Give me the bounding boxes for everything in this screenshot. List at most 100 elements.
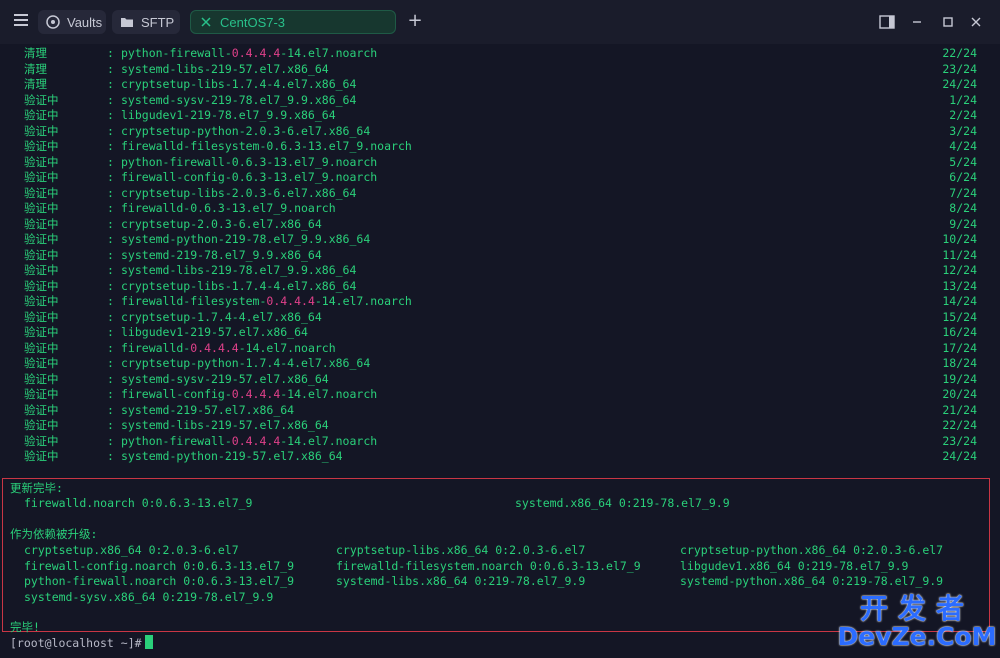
row-package: firewall-config-0.6.3-13.el7_9.noarch xyxy=(121,170,377,185)
row-separator: : xyxy=(107,371,114,386)
row-separator: : xyxy=(107,294,114,308)
package-suffix: -14.el7.noarch xyxy=(280,433,378,448)
row-status: 验证中 xyxy=(24,185,59,200)
done-text: 完毕! xyxy=(10,620,40,634)
row-count: 16/24 xyxy=(942,325,977,339)
vault-icon xyxy=(46,15,60,29)
row-count: 13/24 xyxy=(942,278,977,293)
row-count: 23/24 xyxy=(942,61,977,76)
row-status: 验证中 xyxy=(24,216,59,231)
row-count: 12/24 xyxy=(942,263,977,277)
row-separator: : xyxy=(107,402,114,417)
package-name: systemd-219-57.el7.x86_64 xyxy=(121,402,295,417)
minimize-icon[interactable] xyxy=(907,12,927,32)
updated-item: systemd.x86_64 0:219-78.el7_9.9 xyxy=(515,496,730,510)
window-close-icon[interactable] xyxy=(966,12,986,32)
package-version-highlight: 0.4.4.4 xyxy=(190,340,239,355)
package-name: systemd-sysv-219-78.el7_9.9.x86_64 xyxy=(121,92,357,107)
menu-icon[interactable] xyxy=(14,14,28,26)
split-view-icon[interactable] xyxy=(877,12,897,32)
package-name: python-firewall- xyxy=(121,46,232,60)
row-count: 1/24 xyxy=(949,92,977,107)
row-separator: : xyxy=(107,170,114,184)
row-package: cryptsetup-1.7.4-4.el7.x86_64 xyxy=(121,310,322,325)
dependency-item: libgudev1.x86_64 0:219-78.el7_9.9 xyxy=(680,558,909,573)
row-package: firewall-config-0.4.4.4-14.el7.noarch xyxy=(121,387,377,402)
updated-heading: 更新完毕: xyxy=(10,481,63,495)
package-suffix: -14.el7.noarch xyxy=(280,387,378,401)
package-name: firewall-config-0.6.3-13.el7_9.noarch xyxy=(121,170,378,184)
row-package: firewalld-0.6.3-13.el7_9.noarch xyxy=(121,201,336,216)
row-status: 验证中 xyxy=(24,433,59,448)
dependency-item: firewall-config.noarch 0:0.6.3-13.el7_9 xyxy=(24,558,295,573)
row-status: 验证中 xyxy=(24,371,59,386)
row-status: 清理 xyxy=(24,61,47,76)
package-name: libgudev1-219-78.el7_9.9.x86_64 xyxy=(121,108,336,122)
maximize-icon[interactable] xyxy=(938,12,958,32)
row-status: 验证中 xyxy=(24,325,59,339)
package-name: systemd-libs-219-57.el7.x86_64 xyxy=(121,61,329,76)
row-count: 22/24 xyxy=(942,46,977,60)
row-status: 验证中 xyxy=(24,139,59,153)
tab-centos7-3[interactable]: CentOS7-3 xyxy=(190,10,396,34)
row-separator: : xyxy=(107,418,114,432)
prompt-text: [root@localhost ~]# xyxy=(10,636,142,650)
row-package: systemd-sysv-219-57.el7.x86_64 xyxy=(121,372,329,387)
tab-vaults[interactable]: Vaults xyxy=(38,10,106,34)
row-count: 22/24 xyxy=(942,418,977,432)
package-name: cryptsetup-libs-1.7.4-4.el7.x86_64 xyxy=(121,77,357,91)
new-tab-icon[interactable]: + xyxy=(406,12,424,30)
row-package: systemd-219-78.el7_9.9.x86_64 xyxy=(121,248,322,263)
package-name: systemd-sysv-219-57.el7.x86_64 xyxy=(121,371,329,386)
tab-sftp[interactable]: SFTP xyxy=(112,10,180,34)
row-status: 清理 xyxy=(24,77,47,91)
package-name: systemd-python-219-57.el7.x86_64 xyxy=(121,449,343,463)
title-bar: Vaults SFTP CentOS7-3 + xyxy=(0,0,1000,44)
close-icon[interactable] xyxy=(199,15,213,29)
row-status: 验证中 xyxy=(24,232,59,246)
row-status: 验证中 xyxy=(24,170,59,184)
row-count: 9/24 xyxy=(949,216,977,231)
row-count: 11/24 xyxy=(942,247,977,262)
package-name: cryptsetup-python-2.0.3-6.el7.x86_64 xyxy=(121,123,371,138)
row-separator: : xyxy=(107,433,114,448)
row-status: 验证中 xyxy=(24,154,59,169)
row-package: systemd-python-219-57.el7.x86_64 xyxy=(121,449,343,464)
package-name: systemd-libs-219-78.el7_9.9.x86_64 xyxy=(121,263,357,277)
watermark-top: 开发者 xyxy=(859,592,974,625)
row-separator: : xyxy=(107,247,114,262)
tab-label: SFTP xyxy=(141,14,175,30)
dependency-item: cryptsetup.x86_64 0:2.0.3-6.el7 xyxy=(24,543,239,557)
row-count: 18/24 xyxy=(942,356,977,370)
row-count: 2/24 xyxy=(949,108,977,122)
row-separator: : xyxy=(107,356,114,370)
watermark-bottom: DevZe.CoM xyxy=(837,622,997,651)
row-count: 24/24 xyxy=(942,77,977,91)
row-package: python-firewall-0.4.4.4-14.el7.noarch xyxy=(121,434,377,449)
package-name: cryptsetup-2.0.3-6.el7.x86_64 xyxy=(121,216,322,231)
folder-icon xyxy=(120,15,134,29)
package-suffix: -14.el7.noarch xyxy=(238,340,336,355)
row-package: systemd-libs-219-57.el7.x86_64 xyxy=(121,62,329,77)
row-separator: : xyxy=(107,108,114,122)
terminal-cursor xyxy=(144,635,153,649)
row-status: 验证中 xyxy=(24,449,59,463)
row-package: cryptsetup-libs-2.0.3-6.el7.x86_64 xyxy=(121,186,356,201)
row-count: 10/24 xyxy=(942,232,977,246)
row-package: systemd-sysv-219-78.el7_9.9.x86_64 xyxy=(121,93,356,108)
package-suffix: -14.el7.noarch xyxy=(280,46,378,60)
dependency-item: systemd-sysv.x86_64 0:219-78.el7_9.9 xyxy=(24,589,274,604)
shell-prompt[interactable]: [root@localhost ~]# xyxy=(10,635,153,650)
package-name: systemd-libs-219-57.el7.x86_64 xyxy=(121,418,329,432)
row-status: 验证中 xyxy=(24,123,59,138)
row-status: 验证中 xyxy=(24,356,59,370)
row-count: 23/24 xyxy=(942,433,977,448)
dependency-item: cryptsetup-libs.x86_64 0:2.0.3-6.el7 xyxy=(336,543,586,557)
package-name: firewalld-filesystem- xyxy=(121,294,267,308)
row-status: 验证中 xyxy=(24,278,59,293)
row-separator: : xyxy=(107,449,114,463)
row-separator: : xyxy=(107,46,114,60)
row-count: 15/24 xyxy=(942,309,977,324)
row-package: python-firewall-0.4.4.4-14.el7.noarch xyxy=(121,46,377,61)
row-status: 验证中 xyxy=(24,294,59,308)
